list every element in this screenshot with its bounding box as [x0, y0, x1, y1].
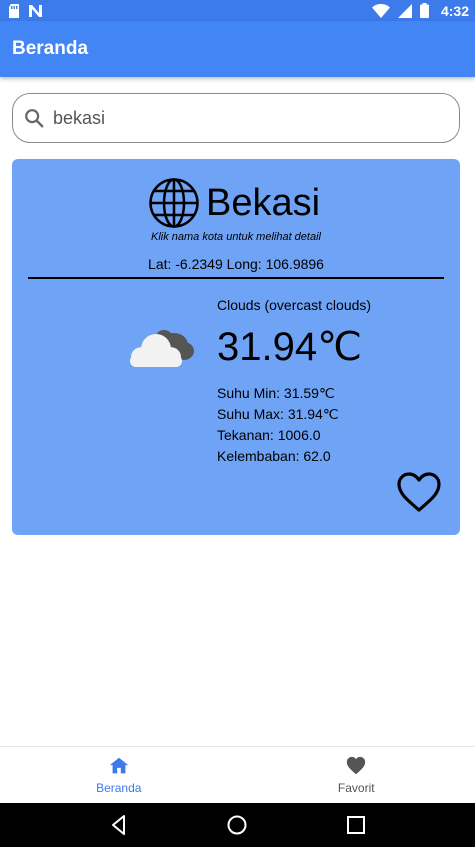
- home-circle-icon[interactable]: [225, 813, 249, 837]
- city-name[interactable]: Bekasi: [206, 182, 320, 225]
- weather-info: Clouds (overcast clouds) 31.94℃ Suhu Min…: [217, 297, 371, 465]
- globe-icon: [149, 178, 199, 228]
- search-box[interactable]: [12, 93, 460, 143]
- humidity: Kelembaban: 62.0: [217, 448, 331, 464]
- n-notification-icon: [29, 4, 42, 17]
- status-left: [8, 3, 44, 18]
- app-title: Beranda: [12, 38, 89, 59]
- back-icon[interactable]: [107, 813, 131, 837]
- coordinates: Lat: -6.2349 Long: 106.9896: [148, 256, 324, 272]
- system-nav-bar: [0, 803, 475, 847]
- app-bar: Beranda: [0, 21, 475, 77]
- temp-min: Suhu Min: 31.59℃: [217, 385, 335, 401]
- favorite-heart-icon[interactable]: [396, 471, 442, 513]
- sd-card-icon: [9, 3, 19, 18]
- status-time: 4:32: [440, 2, 469, 19]
- recents-icon[interactable]: [344, 813, 368, 837]
- battery-icon: [419, 3, 429, 18]
- signal-icon: [397, 3, 412, 18]
- weather-card[interactable]: Bekasi Klik nama kota untuk melihat deta…: [12, 159, 460, 535]
- nav-label-favorit: Favorit: [337, 781, 375, 795]
- cloud-icon: [130, 330, 194, 367]
- search-input[interactable]: [53, 107, 413, 129]
- nav-label-beranda: Beranda: [96, 781, 142, 795]
- detail-hint: Klik nama kota untuk melihat detail: [151, 231, 321, 243]
- bottom-nav: Beranda Favorit: [0, 746, 475, 803]
- heart-icon: [347, 756, 366, 775]
- status-right: 4:32: [371, 2, 469, 19]
- nav-item-favorit[interactable]: Favorit: [238, 747, 475, 803]
- pressure: Tekanan: 1006.0: [217, 427, 321, 443]
- status-bar: 4:32: [0, 0, 475, 21]
- app-screen: 4:32 Beranda Bekasi Klik nama kota untuk…: [0, 0, 475, 847]
- city-row[interactable]: Bekasi: [148, 177, 320, 229]
- nav-item-beranda[interactable]: Beranda: [0, 747, 238, 803]
- temp-max: Suhu Max: 31.94℃: [217, 406, 339, 422]
- search-icon: [25, 109, 44, 128]
- home-icon: [109, 757, 128, 774]
- wifi-icon: [371, 3, 390, 18]
- temperature: 31.94℃: [217, 325, 363, 369]
- card-divider: [28, 277, 444, 279]
- weather-condition: Clouds (overcast clouds): [217, 297, 372, 313]
